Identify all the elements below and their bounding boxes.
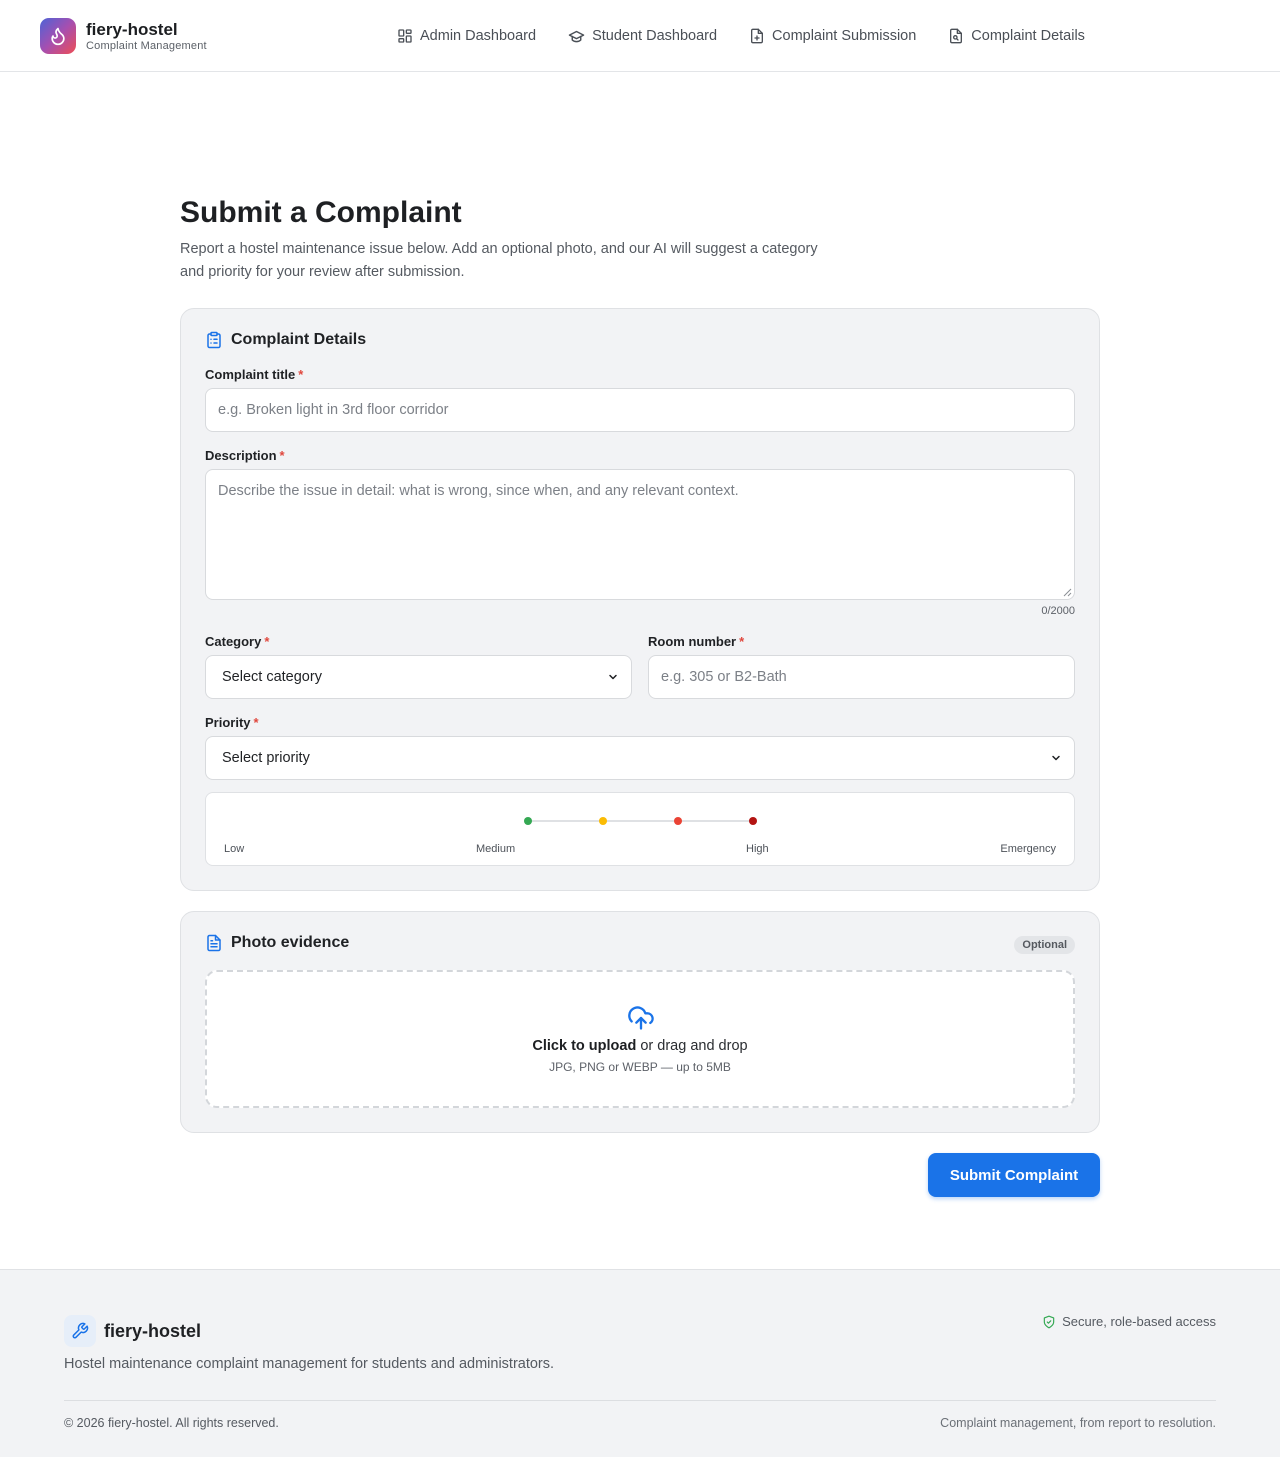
graduation-cap-icon [568,30,585,42]
brand-name: fiery-hostel [86,19,178,39]
char-counter: 0/2000 [1041,605,1075,617]
complaint-title-label: Complaint title * [205,367,304,382]
brand-subtitle: Complaint Management [86,39,207,52]
placeholder: e.g. 305 or B2-Bath [661,669,787,685]
footer: fiery-hostel Hostel maintenance complain… [0,1269,1280,1457]
priority-label: Priority * [205,715,259,730]
selected-value: Select category [222,669,322,685]
cloud-upload-icon [628,1006,654,1030]
nav-admin-dashboard[interactable]: Admin Dashboard [397,25,536,47]
document-icon [207,934,221,952]
scale-track [528,820,753,822]
scale-label-high: High [746,843,769,855]
footer-divider [64,1400,1216,1401]
room-number-label: Room number * [648,634,745,649]
secure-access-note: Secure, role-based access [1042,1314,1216,1329]
priority-scale: Low Medium High Emergency [205,792,1075,866]
complaint-title-input[interactable]: e.g. Broken light in 3rd floor corridor [205,388,1075,432]
card-title: Complaint Details [231,331,367,348]
submit-complaint-button[interactable]: Submit Complaint [928,1153,1100,1197]
scale-label-medium: Medium [476,843,516,855]
nav-student-dashboard[interactable]: Student Dashboard [568,25,717,47]
priority-dot-low[interactable] [524,817,532,825]
required-mark: * [279,448,285,463]
clipboard-icon [207,331,221,349]
nav-label: Complaint Details [971,28,1085,44]
category-label: Category * [205,634,270,649]
wrench-icon [64,1315,96,1347]
priority-dot-high[interactable] [674,817,682,825]
upload-instructions: Click to upload or drag and drop [532,1038,748,1054]
required-mark: * [253,715,259,730]
selected-value: Select priority [222,750,310,766]
top-header: fiery-hostel Complaint Management Admin … [0,0,1280,72]
file-plus-icon [751,28,764,44]
required-mark: * [739,634,745,649]
page-title: Submit a Complaint [180,196,462,229]
nav-label: Admin Dashboard [420,28,537,44]
footer-description: Hostel maintenance complaint management … [64,1356,555,1372]
copyright: © 2026 fiery-hostel. All rights reserved… [64,1416,279,1430]
upload-hint: JPG, PNG or WEBP — up to 5MB [549,1060,731,1074]
card-title: Photo evidence [231,934,350,951]
grid-icon [398,29,412,43]
scale-label-low: Low [224,843,245,855]
description-textarea[interactable]: Describe the issue in detail: what is wr… [205,469,1075,600]
footer-brand: fiery-hostel [64,1315,201,1347]
click-to-upload-link[interactable]: Click to upload [532,1038,636,1054]
optional-badge: Optional [1014,936,1075,954]
priority-dot-emergency[interactable] [749,817,757,825]
nav-label: Student Dashboard [592,28,718,44]
nav-complaint-details[interactable]: Complaint Details [948,25,1085,47]
chevron-down-icon [609,674,617,680]
scale-label-emergency: Emergency [1000,843,1056,855]
brand[interactable]: fiery-hostel Complaint Management [40,18,207,54]
category-select[interactable]: Select category [205,655,632,699]
nav-label: Complaint Submission [772,28,917,44]
nav-complaint-submission[interactable]: Complaint Submission [749,25,916,47]
priority-select[interactable]: Select priority [205,736,1075,780]
page-description: Report a hostel maintenance issue below.… [180,241,818,280]
required-mark: * [264,634,270,649]
photo-evidence-card: Photo evidence Optional Click to upload … [180,911,1100,1133]
placeholder: Describe the issue in detail: what is wr… [218,483,739,499]
placeholder: e.g. Broken light in 3rd floor corridor [218,402,449,418]
priority-dot-medium[interactable] [599,817,607,825]
chevron-down-icon [1052,755,1060,761]
required-mark: * [298,367,304,382]
resize-handle-icon[interactable] [1062,587,1072,597]
photo-upload-dropzone[interactable]: Click to upload or drag and drop JPG, PN… [205,970,1075,1108]
footer-tagline: Complaint management, from report to res… [940,1416,1216,1430]
description-label: Description * [205,448,285,463]
complaint-details-card: Complaint Details Complaint title * e.g. … [180,308,1100,891]
room-number-input[interactable]: e.g. 305 or B2-Bath [648,655,1075,699]
footer-brand-name: fiery-hostel [104,1320,202,1341]
flame-logo-icon [40,18,76,54]
main-nav: Admin Dashboard Student Dashboard Compla… [397,25,1117,47]
shield-check-icon [1043,1315,1055,1328]
file-search-icon [950,28,963,44]
